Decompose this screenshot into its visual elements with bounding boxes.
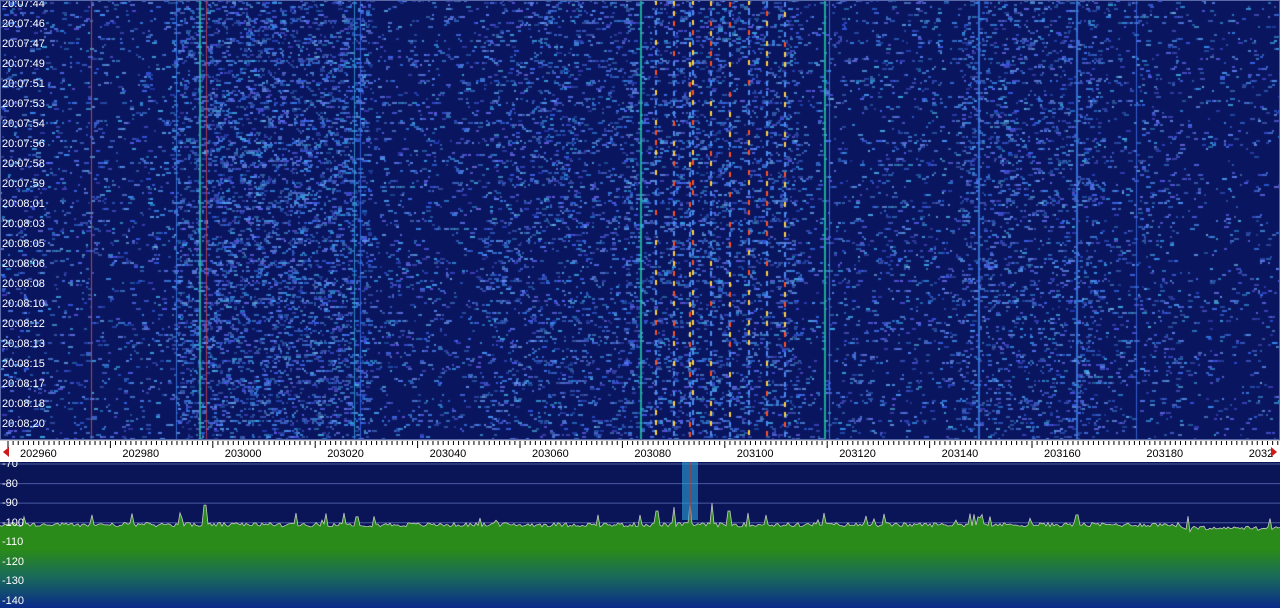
frequency-label: 203080 — [634, 448, 672, 460]
frequency-label: 202980 — [122, 448, 160, 460]
waterfall-canvas[interactable] — [0, 0, 1280, 440]
db-label: -90 — [2, 497, 18, 510]
frequency-label: 203100 — [736, 448, 774, 460]
time-label: 20:08:05 — [2, 238, 45, 250]
frequency-label: 203120 — [839, 448, 876, 460]
db-label: -100 — [2, 516, 25, 529]
time-label: 20:07:59 — [2, 178, 45, 190]
time-label: 20:08:13 — [2, 338, 45, 350]
frequency-label: 203040 — [429, 448, 467, 460]
frequency-ruler[interactable]: 202960 202980 203000 203020 203040 203060 2030… — [0, 440, 1280, 463]
frequency-label: 203140 — [941, 448, 979, 460]
time-label: 20:08:01 — [2, 198, 45, 210]
time-label: 20:08:18 — [2, 398, 45, 410]
time-label: 20:07:46 — [2, 18, 45, 30]
triangle-left-icon[interactable] — [3, 447, 9, 457]
time-label: 20:08:03 — [2, 218, 45, 230]
db-label: -80 — [2, 477, 18, 490]
time-label: 20:08:17 — [2, 378, 45, 390]
db-label: -110 — [2, 536, 24, 549]
time-label: 20:07:53 — [2, 98, 45, 110]
time-label: 20:07:54 — [2, 118, 45, 130]
frequency-label: 203180 — [1146, 448, 1184, 460]
frequency-label: 203160 — [1044, 448, 1081, 460]
time-label: 20:08:15 — [2, 358, 45, 370]
frequency-label: 203020 — [327, 448, 364, 460]
time-label: 20:08:06 — [2, 258, 45, 270]
spectrum-display[interactable]: -70 -80 -90 -100 -110 -120 -130 -140 — [0, 458, 1280, 608]
spectrum-fill — [0, 503, 1280, 608]
db-label: -70 — [2, 458, 18, 470]
frequency-label: 203060 — [532, 448, 569, 460]
time-label: 20:08:10 — [2, 298, 45, 310]
db-label: -130 — [2, 575, 25, 588]
time-label: 20:08:08 — [2, 278, 45, 290]
time-label: 20:08:20 — [2, 418, 45, 430]
db-label: -140 — [2, 595, 25, 607]
time-label: 20:08:12 — [2, 318, 45, 330]
time-label: 20:07:56 — [2, 138, 45, 150]
db-label: -120 — [2, 555, 25, 568]
time-label: 20:07:58 — [2, 158, 45, 170]
time-label: 20:07:49 — [2, 58, 45, 70]
time-label: 20:07:47 — [2, 38, 45, 50]
triangle-right-icon[interactable] — [1271, 447, 1277, 457]
time-label: 20:07:51 — [2, 78, 45, 90]
frequency-label: 202960 — [20, 448, 57, 460]
frequency-label: 2032 — [1248, 448, 1274, 460]
spectrum-plot[interactable] — [0, 462, 1280, 608]
time-label: 20:07:44 — [2, 0, 45, 10]
waterfall-display[interactable]: 20:07:44 20:07:46 20:07:47 20:07:49 20:07:51… — [0, 0, 1280, 440]
frequency-label: 203000 — [224, 448, 262, 460]
